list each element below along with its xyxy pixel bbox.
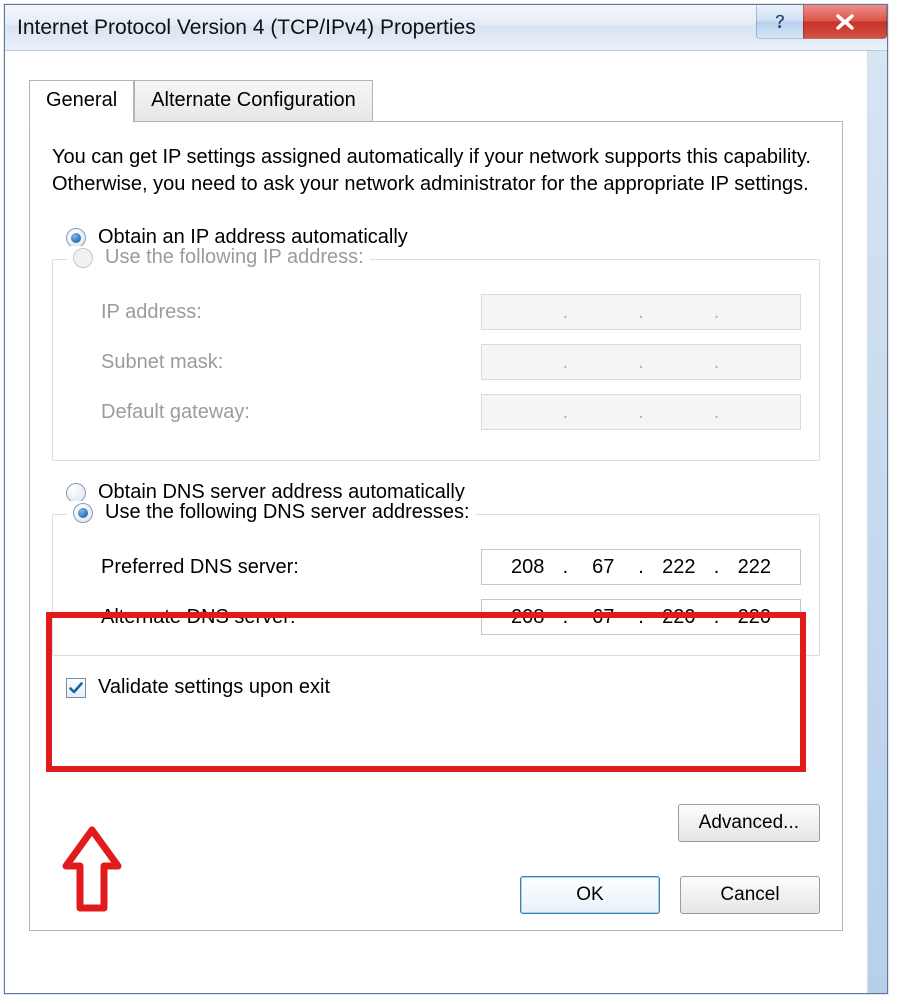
- tab-strip: GeneralAlternate Configuration: [29, 79, 843, 121]
- gateway-label: Default gateway:: [101, 401, 250, 424]
- close-button[interactable]: [803, 5, 887, 39]
- title-bar: Internet Protocol Version 4 (TCP/IPv4) P…: [5, 5, 887, 51]
- tab-panel-general: You can get IP settings assigned automat…: [29, 121, 843, 931]
- ok-button[interactable]: OK: [520, 876, 660, 914]
- client-area: GeneralAlternate Configuration You can g…: [5, 51, 867, 993]
- radio-icon: [66, 483, 86, 503]
- preferred-dns-input[interactable]: 208. 67. 222. 222: [481, 549, 801, 585]
- tab-alternate[interactable]: Alternate Configuration: [134, 80, 373, 123]
- preferred-dns-label: Preferred DNS server:: [101, 556, 299, 579]
- subnet-input: . . .: [481, 344, 801, 380]
- group-dns-manual: Use the following DNS server addresses: …: [52, 514, 820, 656]
- advanced-button[interactable]: Advanced...: [678, 804, 820, 842]
- radio-dns-manual[interactable]: [73, 503, 93, 523]
- gateway-input: . . .: [481, 394, 801, 430]
- intro-text: You can get IP settings assigned automat…: [52, 144, 820, 198]
- radio-icon: [66, 228, 86, 248]
- checkbox-label: Validate settings upon exit: [98, 676, 330, 699]
- radio-label: Use the following DNS server addresses:: [105, 501, 470, 524]
- help-icon: [770, 12, 790, 32]
- radio-ip-manual[interactable]: [73, 248, 93, 268]
- radio-label: Use the following IP address:: [105, 246, 364, 269]
- help-button[interactable]: [756, 5, 804, 39]
- ip-address-label: IP address:: [101, 301, 202, 324]
- close-icon: [833, 13, 857, 31]
- tab-general[interactable]: General: [29, 80, 134, 123]
- dialog-window: Internet Protocol Version 4 (TCP/IPv4) P…: [4, 4, 888, 994]
- alternate-dns-label: Alternate DNS server:: [101, 606, 296, 629]
- group-ip-manual: Use the following IP address: IP address…: [52, 259, 820, 461]
- annotation-arrow-icon: [60, 826, 124, 922]
- ip-address-input: . . .: [481, 294, 801, 330]
- subnet-label: Subnet mask:: [101, 351, 223, 374]
- alternate-dns-input[interactable]: 208. 67. 220. 220: [481, 599, 801, 635]
- window-title: Internet Protocol Version 4 (TCP/IPv4) P…: [17, 16, 476, 40]
- cancel-button[interactable]: Cancel: [680, 876, 820, 914]
- title-bar-buttons: [756, 5, 887, 39]
- window-right-border: [867, 51, 887, 993]
- validate-on-exit-checkbox[interactable]: Validate settings upon exit: [66, 676, 820, 699]
- dialog-footer-buttons: OK Cancel: [520, 876, 820, 914]
- checkbox-icon: [66, 678, 86, 698]
